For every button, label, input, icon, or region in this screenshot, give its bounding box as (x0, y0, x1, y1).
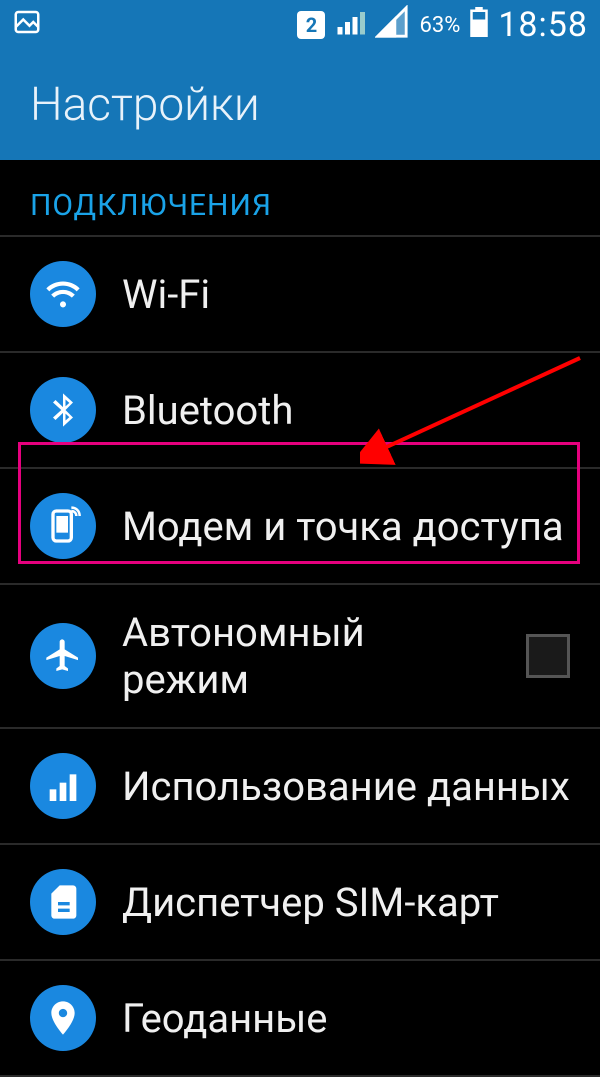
airplane-icon (30, 623, 96, 689)
settings-item-location[interactable]: Геоданные (0, 961, 600, 1077)
wifi-icon (30, 261, 96, 327)
settings-item-data-usage[interactable]: Использование данных (0, 729, 600, 845)
settings-item-sim[interactable]: Диспетчер SIM-карт (0, 845, 600, 961)
settings-item-label: Автономный режим (122, 609, 500, 703)
battery-percent: 63% (419, 13, 460, 38)
settings-item-label: Геоданные (122, 995, 328, 1042)
section-header-connections: ПОДКЛЮЧЕНИЯ (0, 160, 600, 237)
app-bar: Настройки (0, 50, 600, 160)
settings-item-airplane[interactable]: Автономный режим (0, 585, 600, 729)
settings-item-tethering[interactable]: Модем и точка доступа (0, 469, 600, 585)
settings-item-label: Диспетчер SIM-карт (122, 879, 499, 926)
signal-icon (335, 7, 365, 44)
data-usage-icon (30, 753, 96, 819)
location-icon (30, 985, 96, 1051)
battery-icon (470, 7, 488, 44)
settings-item-label: Использование данных (122, 763, 570, 810)
tethering-icon (30, 493, 96, 559)
settings-item-label: Bluetooth (122, 387, 293, 434)
data-signal-icon (375, 5, 409, 46)
airplane-checkbox[interactable] (526, 634, 570, 678)
page-title: Настройки (30, 78, 260, 132)
status-bar: 2 63% 18:58 (0, 0, 600, 50)
clock: 18:58 (498, 5, 588, 45)
gallery-icon (12, 7, 42, 44)
sim-indicator: 2 (297, 11, 325, 39)
settings-item-wifi[interactable]: Wi-Fi (0, 237, 600, 353)
settings-item-bluetooth[interactable]: Bluetooth (0, 353, 600, 469)
settings-item-label: Wi-Fi (122, 271, 210, 318)
sim-icon (30, 869, 96, 935)
bluetooth-icon (30, 377, 96, 443)
settings-item-label: Модем и точка доступа (122, 503, 564, 550)
